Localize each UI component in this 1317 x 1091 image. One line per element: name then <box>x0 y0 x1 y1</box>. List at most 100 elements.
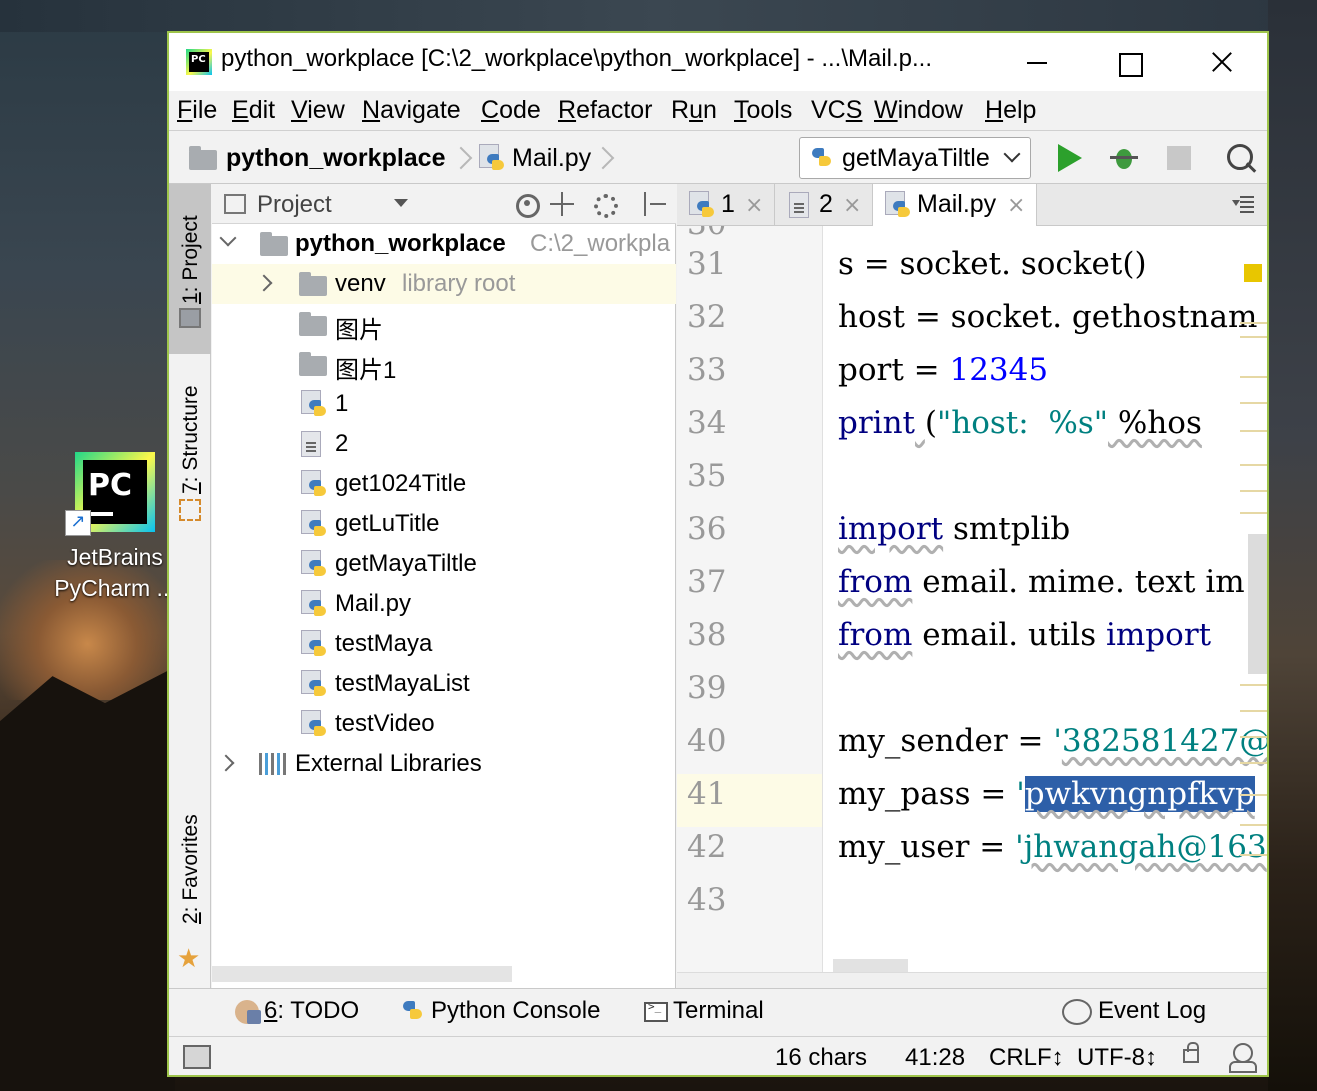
stripe-mark[interactable] <box>1240 824 1267 826</box>
tool-tab-terminal[interactable]: Terminal <box>673 997 764 1025</box>
tree-item[interactable]: 图片 <box>212 304 676 344</box>
menu-file[interactable]: File <box>177 96 217 125</box>
tool-tab-favorites[interactable]: 2: Favorites ★ <box>169 804 211 974</box>
stripe-mark[interactable] <box>1240 322 1267 324</box>
navigation-bar: python_workplace Mail.py getMayaTiltle <box>169 132 1267 184</box>
text-file-icon <box>301 431 321 457</box>
menu-view[interactable]: View <box>291 96 345 125</box>
inspector-icon[interactable] <box>1229 1043 1257 1073</box>
stripe-mark[interactable] <box>1240 490 1267 492</box>
stripe-mark[interactable] <box>1240 854 1267 856</box>
menu-run[interactable]: Run <box>671 96 717 125</box>
breadcrumb-file[interactable]: Mail.py <box>512 144 591 173</box>
tool-tab-structure[interactable]: 7: Structure <box>169 369 211 559</box>
breadcrumb-project[interactable]: python_workplace <box>226 144 446 173</box>
expand-arrow-icon[interactable] <box>217 754 235 772</box>
status-encoding[interactable]: UTF-8↕ <box>1077 1044 1157 1072</box>
editor-tab[interactable]: 1 × <box>677 184 775 226</box>
tool-tab-event-log[interactable]: Event Log <box>1098 997 1206 1025</box>
debug-icon[interactable] <box>1110 144 1138 172</box>
tree-item[interactable]: Mail.py <box>212 584 676 624</box>
gear-icon[interactable] <box>592 192 618 218</box>
expand-arrow-icon[interactable] <box>255 274 273 292</box>
code-horizontal-scroll-thumb[interactable] <box>833 959 908 972</box>
tab-list-menu-icon[interactable] <box>1232 196 1256 216</box>
stripe-mark[interactable] <box>1240 376 1267 378</box>
menu-help[interactable]: Help <box>985 96 1036 125</box>
warning-indicator-icon[interactable] <box>1244 264 1262 282</box>
lock-icon[interactable] <box>1183 1042 1199 1063</box>
line-number: 42 <box>687 829 727 865</box>
tree-item[interactable]: testMaya <box>212 624 676 664</box>
menu-refactor[interactable]: Refactor <box>558 96 653 125</box>
folder-icon <box>299 312 327 336</box>
dropdown-arrow-icon[interactable] <box>394 199 408 207</box>
minimize-button[interactable] <box>991 33 1083 91</box>
tree-item[interactable]: getMayaTiltle <box>212 544 676 584</box>
tree-item[interactable]: 1 <box>212 384 676 424</box>
stripe-mark[interactable] <box>1240 402 1267 404</box>
toggle-tool-windows-icon[interactable] <box>183 1045 211 1069</box>
tree-root[interactable]: python_workplace C:\2_workpla <box>212 224 676 264</box>
code-line: print ("host: %s" %hos <box>838 405 1202 441</box>
tree-item[interactable]: getLuTitle <box>212 504 676 544</box>
horizontal-scrollbar[interactable] <box>212 966 512 982</box>
stripe-mark[interactable] <box>1240 512 1267 514</box>
menu-code[interactable]: Code <box>481 96 541 125</box>
project-tool-icon <box>179 308 201 328</box>
tool-tab-project[interactable]: 1: Project <box>169 184 211 354</box>
desktop-background-top <box>0 0 1317 32</box>
maximize-button[interactable] <box>1083 33 1175 91</box>
close-tab-icon[interactable]: × <box>745 193 763 218</box>
code-editor[interactable]: s = socket. socket() host = socket. geth… <box>824 226 1267 972</box>
tree-item-label: getMayaTiltle <box>335 550 477 577</box>
locate-file-icon[interactable] <box>514 192 540 218</box>
status-line-separator[interactable]: CRLF↕ <box>989 1044 1064 1072</box>
folder-icon <box>299 272 327 296</box>
status-caret-position[interactable]: 41:28 <box>905 1044 965 1072</box>
tree-item[interactable]: testVideo <box>212 704 676 744</box>
stripe-mark[interactable] <box>1240 336 1267 338</box>
collapse-all-icon[interactable] <box>550 192 576 218</box>
search-icon[interactable] <box>1227 144 1257 174</box>
vertical-scrollbar[interactable] <box>1248 534 1267 674</box>
close-button[interactable] <box>1175 33 1267 91</box>
tree-item-venv[interactable]: venv library root <box>212 264 676 304</box>
project-view-selector[interactable]: Project <box>257 191 332 219</box>
run-configuration-select[interactable]: getMayaTiltle <box>799 137 1031 179</box>
tree-item[interactable]: 图片1 <box>212 344 676 384</box>
editor-horizontal-scrollbar[interactable] <box>677 972 1267 988</box>
editor-tab[interactable]: 2 × <box>775 184 873 226</box>
tool-tab-todo[interactable]: 6: TODO <box>264 997 359 1025</box>
menu-edit[interactable]: Edit <box>232 96 275 125</box>
run-icon[interactable] <box>1058 144 1082 172</box>
menu-tools[interactable]: Tools <box>734 96 792 125</box>
shortcut-arrow-icon: ↗ <box>65 510 91 536</box>
stripe-mark[interactable] <box>1240 464 1267 466</box>
menu-vcs[interactable]: VCS <box>811 96 862 125</box>
line-number: 34 <box>687 405 727 441</box>
editor-tab-active[interactable]: Mail.py × <box>873 184 1037 226</box>
close-tab-icon[interactable]: × <box>843 193 861 218</box>
close-tab-icon[interactable]: × <box>1007 193 1025 218</box>
tree-item-external-libraries[interactable]: External Libraries <box>212 744 676 784</box>
stripe-mark[interactable] <box>1240 710 1267 712</box>
python-file-icon <box>301 590 327 618</box>
tree-item[interactable]: testMayaList <box>212 664 676 704</box>
stripe-mark[interactable] <box>1240 794 1267 796</box>
hide-panel-icon[interactable] <box>642 192 668 218</box>
menu-window[interactable]: Window <box>874 96 963 125</box>
stripe-mark[interactable] <box>1240 430 1267 432</box>
tree-item[interactable]: 2 <box>212 424 676 464</box>
menu-navigate[interactable]: Navigate <box>362 96 461 125</box>
expand-arrow-icon[interactable] <box>219 229 237 247</box>
title-bar[interactable]: PC python_workplace [C:\2_workplace\pyth… <box>169 33 1267 91</box>
python-file-icon <box>301 670 327 698</box>
tree-item[interactable]: get1024Title <box>212 464 676 504</box>
tool-tab-python-console[interactable]: Python Console <box>431 997 600 1025</box>
stripe-mark[interactable] <box>1240 684 1267 686</box>
stop-icon[interactable] <box>1167 146 1191 170</box>
stripe-mark[interactable] <box>1240 736 1267 738</box>
stripe-mark[interactable] <box>1240 762 1267 764</box>
app-icon[interactable]: PC <box>186 49 212 75</box>
